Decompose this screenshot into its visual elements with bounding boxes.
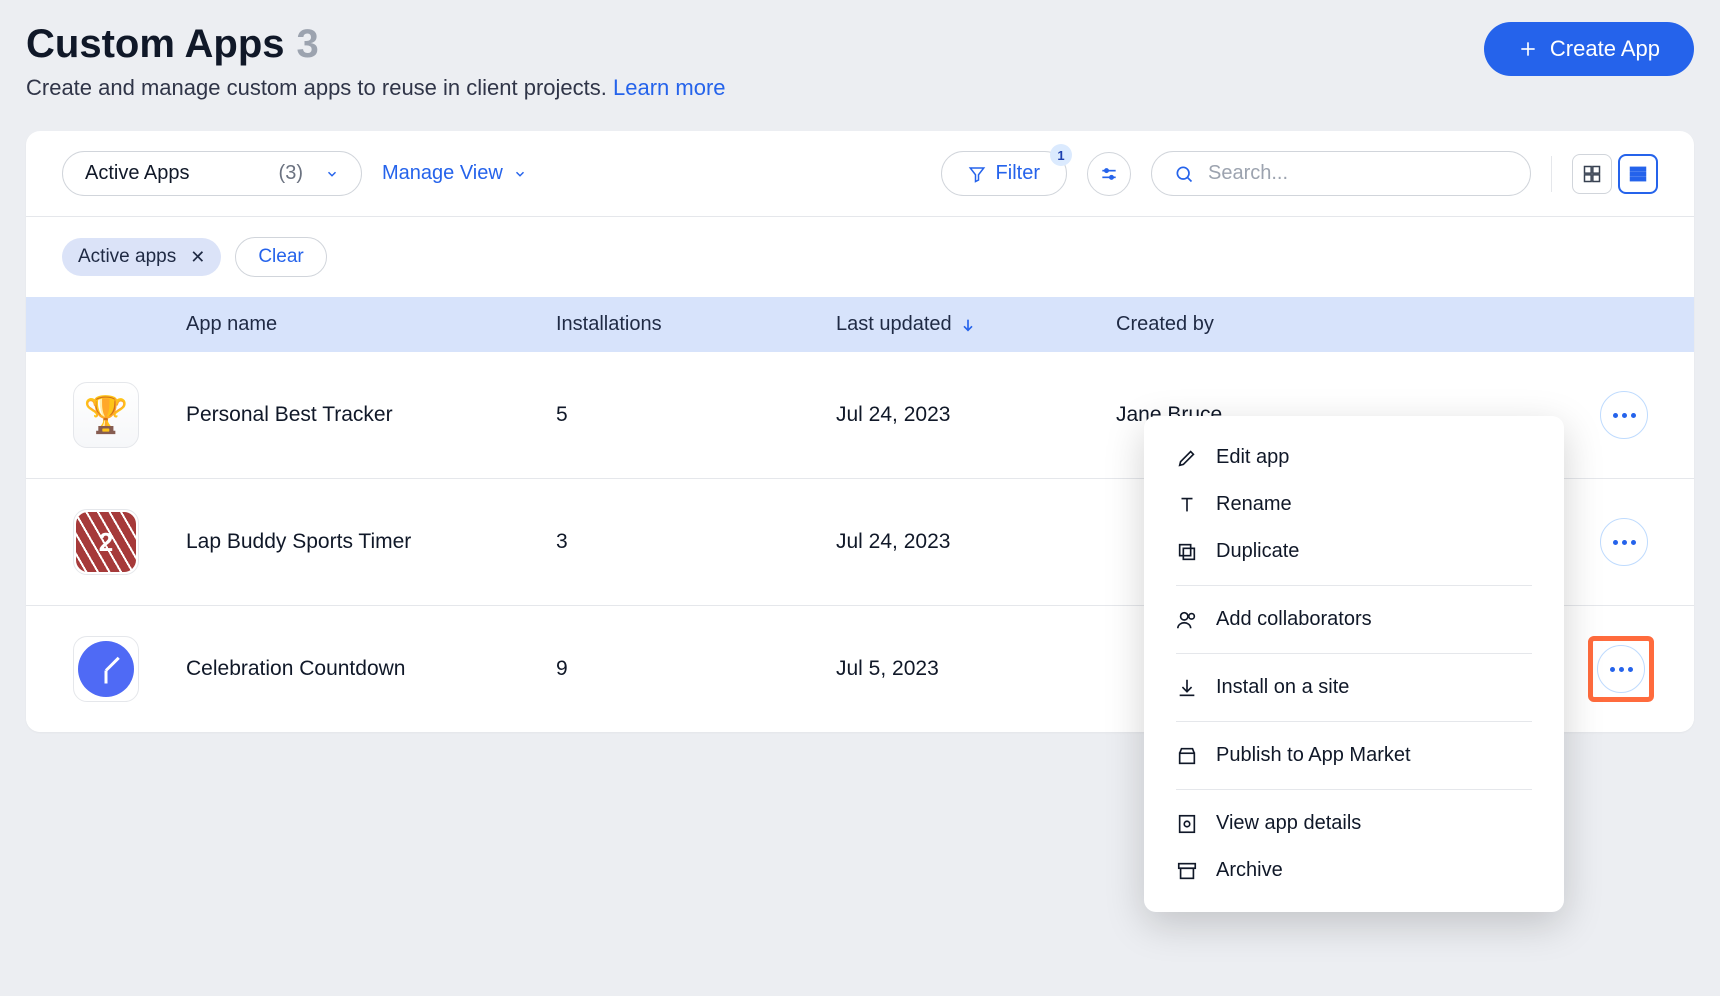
chip-label: Active apps (78, 246, 176, 268)
chevron-down-icon (513, 167, 527, 181)
list-icon (1628, 164, 1648, 184)
search-icon (1174, 164, 1194, 184)
view-toggle (1572, 154, 1658, 194)
installs-cell: 5 (556, 403, 836, 427)
search-box[interactable] (1151, 151, 1531, 196)
menu-divider (1176, 585, 1532, 586)
page-subtitle: Create and manage custom apps to reuse i… (26, 75, 1484, 101)
highlighted-more-button (1588, 636, 1654, 702)
view-selector[interactable]: Active Apps (3) (62, 151, 362, 196)
more-actions-button[interactable] (1600, 391, 1648, 439)
app-name-cell: Celebration Countdown (186, 657, 556, 681)
text-icon (1176, 494, 1198, 516)
more-actions-button[interactable] (1597, 645, 1645, 693)
menu-archive[interactable]: Archive (1144, 847, 1564, 894)
menu-divider (1176, 721, 1532, 722)
menu-divider (1176, 789, 1532, 790)
installs-cell: 3 (556, 530, 836, 554)
menu-view-details[interactable]: View app details (1144, 800, 1564, 847)
chevron-down-icon (325, 167, 339, 181)
col-last-updated[interactable]: Last updated (836, 313, 1116, 336)
updated-cell: Jul 5, 2023 (836, 657, 1116, 681)
installs-cell: 9 (556, 657, 836, 681)
filter-badge: 1 (1050, 144, 1072, 166)
col-last-updated-label: Last updated (836, 313, 952, 336)
subtitle-text: Create and manage custom apps to reuse i… (26, 75, 607, 100)
updated-cell: Jul 24, 2023 (836, 403, 1116, 427)
toolbar: Active Apps (3) Manage View Filter 1 (26, 131, 1694, 217)
more-actions-button[interactable] (1600, 518, 1648, 566)
clear-filters-button[interactable]: Clear (235, 237, 326, 277)
view-count: (3) (279, 162, 303, 185)
list-view-button[interactable] (1618, 154, 1658, 194)
archive-icon (1176, 860, 1198, 882)
table-row[interactable]: 🏆 Personal Best Tracker 5 Jul 24, 2023 J… (26, 352, 1694, 479)
filter-button[interactable]: Filter 1 (941, 151, 1067, 196)
users-icon (1176, 609, 1198, 631)
store-icon (1176, 745, 1198, 767)
col-app-name[interactable]: App name (186, 313, 556, 336)
more-icon (1613, 540, 1636, 545)
filter-label: Filter (996, 162, 1040, 185)
app-icon: 2 (73, 509, 139, 575)
menu-install[interactable]: Install on a site (1144, 664, 1564, 711)
app-name-cell: Lap Buddy Sports Timer (186, 530, 556, 554)
plus-icon (1518, 39, 1538, 59)
menu-divider (1176, 653, 1532, 654)
menu-publish[interactable]: Publish to App Market (1144, 732, 1564, 779)
app-icon (73, 636, 139, 702)
menu-rename[interactable]: Rename (1144, 481, 1564, 528)
create-app-button[interactable]: Create App (1484, 22, 1694, 76)
create-app-label: Create App (1550, 36, 1660, 62)
grid-view-button[interactable] (1572, 154, 1612, 194)
app-icon: 🏆 (73, 382, 139, 448)
download-icon (1176, 677, 1198, 699)
title-text: Custom Apps (26, 22, 285, 67)
filter-chips-row: Active apps ✕ Clear (26, 217, 1694, 297)
app-name-cell: Personal Best Tracker (186, 403, 556, 427)
menu-add-collaborators[interactable]: Add collaborators (1144, 596, 1564, 643)
divider (1551, 156, 1552, 192)
menu-duplicate[interactable]: Duplicate (1144, 528, 1564, 575)
context-menu: Edit app Rename Duplicate Add collaborat… (1144, 416, 1564, 912)
col-installations[interactable]: Installations (556, 313, 836, 336)
view-name: Active Apps (85, 162, 190, 185)
sliders-icon (1099, 164, 1119, 184)
table-header: App name Installations Last updated Crea… (26, 297, 1694, 352)
manage-view-label: Manage View (382, 162, 503, 185)
more-icon (1613, 413, 1636, 418)
pencil-icon (1176, 447, 1198, 469)
close-icon[interactable]: ✕ (190, 247, 205, 268)
updated-cell: Jul 24, 2023 (836, 530, 1116, 554)
search-input[interactable] (1208, 162, 1508, 185)
apps-panel: Active Apps (3) Manage View Filter 1 (26, 131, 1694, 732)
filter-icon (968, 165, 986, 183)
manage-view-button[interactable]: Manage View (382, 162, 527, 185)
more-icon (1610, 667, 1633, 672)
menu-edit-app[interactable]: Edit app (1144, 434, 1564, 481)
sort-desc-icon (960, 317, 976, 333)
grid-icon (1582, 164, 1602, 184)
active-apps-chip[interactable]: Active apps ✕ (62, 238, 221, 276)
learn-more-link[interactable]: Learn more (613, 75, 726, 100)
page-title: Custom Apps 3 (26, 22, 1484, 67)
details-icon (1176, 813, 1198, 835)
duplicate-icon (1176, 541, 1198, 563)
title-count: 3 (297, 22, 319, 67)
settings-sliders-button[interactable] (1087, 152, 1131, 196)
col-created-by[interactable]: Created by (1116, 313, 1538, 336)
